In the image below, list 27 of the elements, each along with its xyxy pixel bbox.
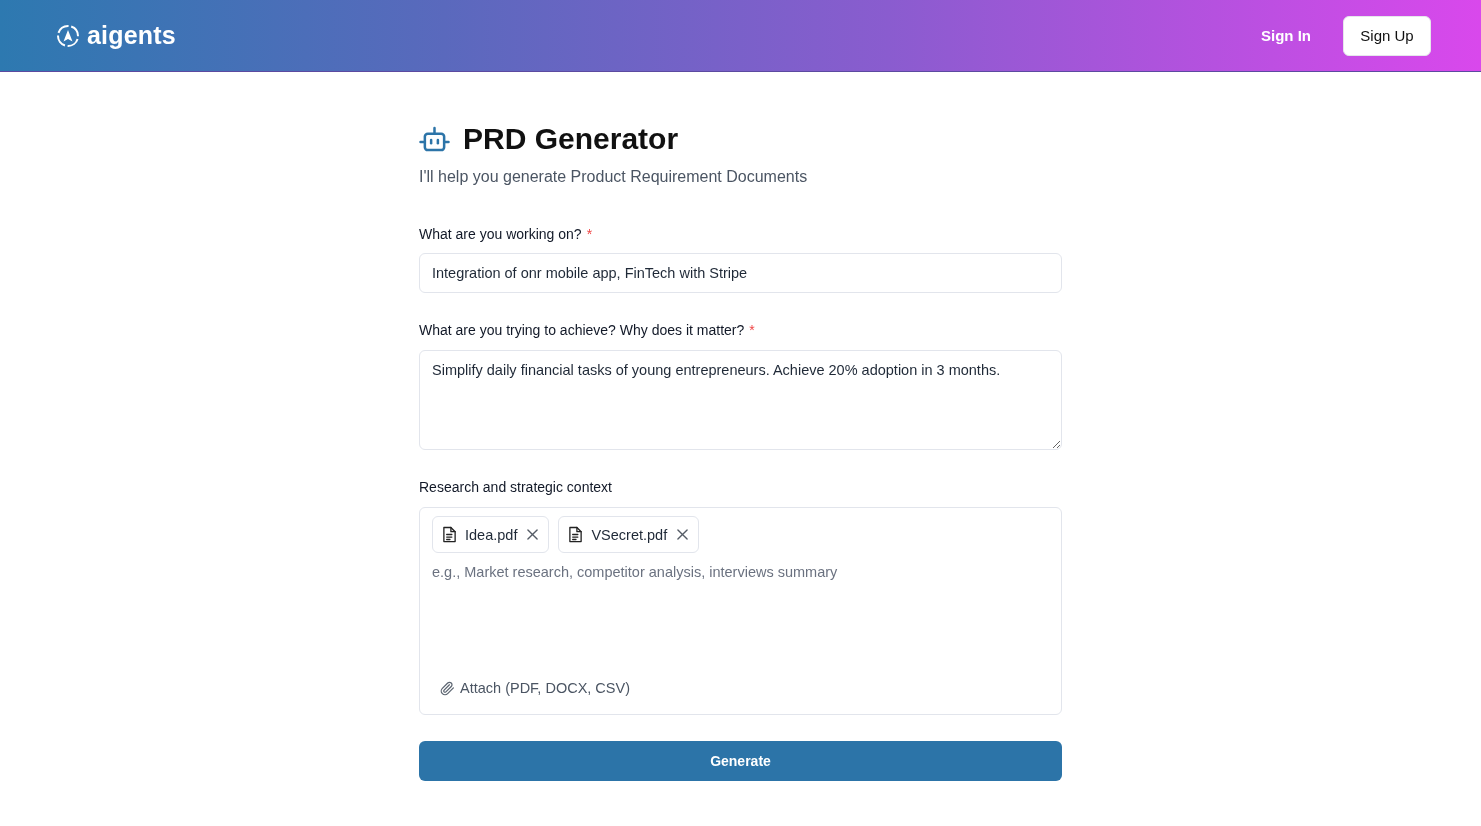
file-icon: [442, 526, 457, 543]
paperclip-icon: [440, 680, 455, 696]
logo-text: aigents: [87, 21, 176, 50]
file-name: VSecret.pdf: [591, 526, 668, 543]
close-icon: [527, 529, 539, 540]
close-icon: [677, 529, 689, 540]
field-label: What are you working on?: [419, 225, 582, 244]
field-label: Research and strategic context: [419, 478, 612, 497]
generate-button[interactable]: Generate: [419, 741, 1062, 781]
required-mark: *: [749, 321, 755, 340]
page-title: PRD Generator: [463, 121, 679, 157]
sign-up-button[interactable]: Sign Up: [1343, 15, 1431, 56]
field-label: What are you trying to achieve? Why does it matter?: [419, 321, 745, 340]
remove-file-button[interactable]: [525, 529, 539, 540]
page-subtitle: I'll help you generate Product Requirement Documents: [419, 167, 809, 187]
remove-file-button[interactable]: [675, 529, 689, 540]
sign-in-link[interactable]: Sign In: [1261, 27, 1311, 44]
text-area-field[interactable]: Simplify daily financial tasks of young entrepreneurs. Achieve 20% adoption in 3 months.: [419, 350, 1062, 450]
file-icon: [568, 526, 584, 543]
attach-button[interactable]: Attach (PDF, DOCX, CSV): [432, 678, 630, 698]
context-input[interactable]: e.g., Market research, competitor analysis, interviews summary: [432, 562, 1049, 666]
robot-icon: [419, 125, 450, 153]
required-mark: *: [586, 225, 593, 244]
context-field[interactable]: Idea.pdf VSecret.pdf e.g., Market research, competitor analysis, interviews summary Attach (PDF, DOCX, CSV): [419, 507, 1062, 715]
file-name: Idea.pdf: [465, 526, 518, 543]
compass-icon: [56, 23, 80, 48]
input-field[interactable]: Integration of onr mobile app, FinTech with Stripe: [419, 253, 1062, 293]
